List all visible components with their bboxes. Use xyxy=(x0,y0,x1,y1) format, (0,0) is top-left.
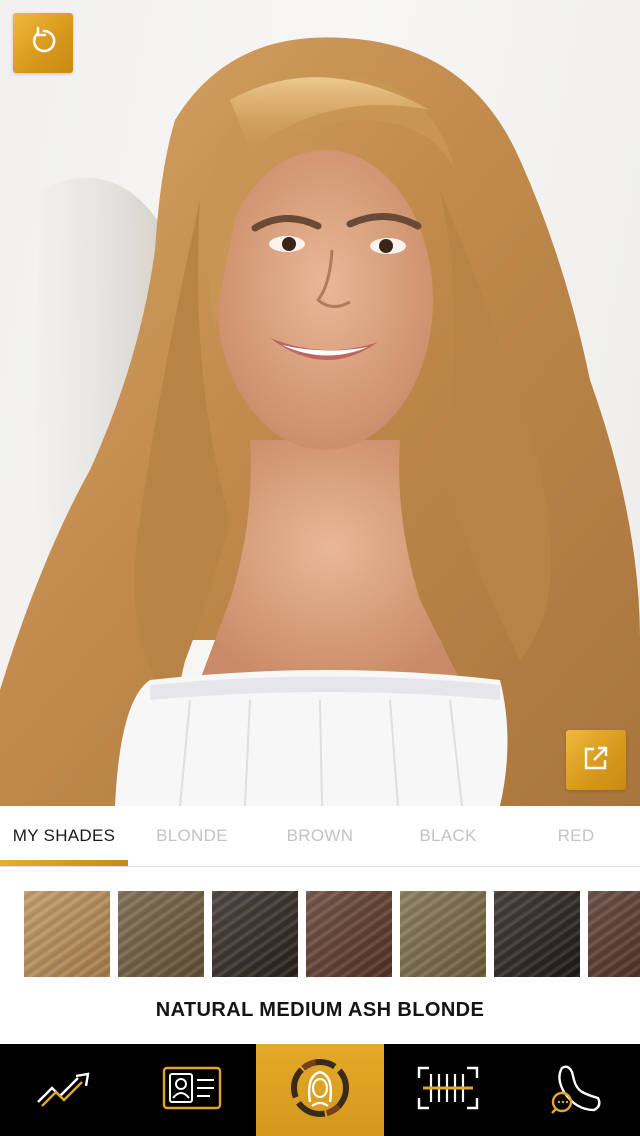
barcode-scan-icon xyxy=(417,1066,479,1115)
selected-shade-name: NATURAL MEDIUM ASH BLONDE xyxy=(155,999,485,1021)
shade-swatch[interactable] xyxy=(118,891,204,977)
shade-swatch[interactable] xyxy=(588,891,640,977)
hair-texture xyxy=(306,891,392,977)
tab-blonde[interactable]: BLONDE xyxy=(156,806,228,866)
profile-card-icon xyxy=(162,1066,222,1115)
shade-swatch[interactable] xyxy=(400,891,486,977)
shade-swatch[interactable] xyxy=(24,891,110,977)
hair-texture xyxy=(494,891,580,977)
shade-swatch[interactable] xyxy=(494,891,580,977)
nav-hair-color-try-on[interactable] xyxy=(256,1044,384,1136)
nav-chat-support[interactable] xyxy=(512,1044,640,1136)
trend-chart-icon xyxy=(34,1068,94,1113)
hair-texture xyxy=(212,891,298,977)
tab-black[interactable]: BLACK xyxy=(419,806,476,866)
chat-support-icon xyxy=(548,1062,604,1119)
shade-swatch[interactable] xyxy=(306,891,392,977)
nav-barcode-scan[interactable] xyxy=(384,1044,512,1136)
shade-category-tabs: MY SHADES BLONDE BROWN BLACK RED xyxy=(0,806,640,867)
hair-texture xyxy=(24,891,110,977)
tab-red[interactable]: RED xyxy=(558,806,595,866)
tab-my-shades[interactable]: MY SHADES xyxy=(13,806,116,866)
reset-button[interactable] xyxy=(13,13,73,73)
share-button[interactable] xyxy=(566,730,626,790)
model-photo xyxy=(0,37,640,806)
tab-brown[interactable]: BROWN xyxy=(287,806,354,866)
hair-texture xyxy=(118,891,204,977)
reset-icon xyxy=(28,26,58,61)
nav-profile[interactable] xyxy=(128,1044,256,1136)
active-tab-indicator xyxy=(0,860,128,866)
try-on-photo xyxy=(0,0,640,806)
shade-swatch-list[interactable] xyxy=(0,867,640,987)
hair-texture xyxy=(400,891,486,977)
share-icon xyxy=(581,743,611,778)
hair-texture xyxy=(588,891,640,977)
hair-color-try-on-icon xyxy=(288,1056,352,1125)
shade-swatch[interactable] xyxy=(212,891,298,977)
nav-trends[interactable] xyxy=(0,1044,128,1136)
bottom-navigation xyxy=(0,1044,640,1136)
